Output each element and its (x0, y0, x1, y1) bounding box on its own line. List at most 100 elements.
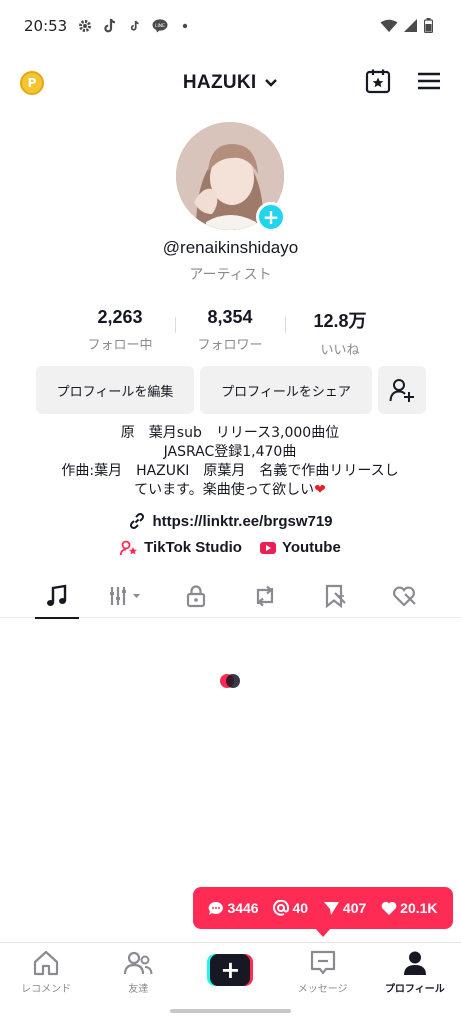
friends-icon (124, 951, 153, 975)
home-icon (33, 950, 59, 976)
bottom-navigation: レコメンド 友達 + メッセージ プロフィール (0, 942, 461, 1002)
extra-links: TikTok Studio Youtube (0, 539, 461, 556)
wifi-icon (380, 18, 398, 37)
send-icon (323, 901, 339, 915)
nav-messages-label: メッセージ (297, 984, 348, 995)
stat-label: フォロー中 (87, 338, 153, 353)
notif-shares: 407 (323, 900, 366, 916)
profile-handle: @renaikinshidayo (162, 238, 299, 257)
notif-likes: 20.1K (381, 900, 438, 916)
nav-friends-label: 友達 (128, 984, 149, 995)
heart-emoji: ❤ (314, 482, 326, 498)
status-time: 20:53 (24, 17, 68, 35)
link-icon (130, 512, 145, 530)
liked-hidden-icon (393, 586, 417, 607)
nav-profile[interactable]: プロフィール (375, 950, 455, 995)
profile-icon (403, 951, 426, 975)
stat-following[interactable]: 2,263 フォロー中 (70, 307, 170, 353)
tab-playlists[interactable] (104, 576, 148, 616)
nav-friends[interactable]: 友達 (98, 950, 178, 995)
notif-shares-count: 407 (342, 900, 367, 916)
bio-line-text: ています。楽曲使って欲しい (134, 482, 315, 498)
profile-header: P HAZUKI (0, 62, 461, 106)
home-indicator[interactable] (170, 1009, 291, 1013)
status-icons-left: LINE (77, 18, 193, 34)
signal-icon (404, 18, 418, 37)
profile-role: アーティスト (189, 267, 272, 283)
bio-link-url: https://linktr.ee/brgsw719 (152, 512, 333, 530)
tab-favorites[interactable] (313, 576, 357, 616)
tab-private[interactable] (174, 576, 218, 616)
chevron-down-icon (265, 79, 277, 87)
calendar-star-icon[interactable] (365, 68, 391, 98)
youtube-icon (259, 541, 276, 554)
add-user-icon (389, 379, 414, 402)
bio-line: 原 葉月sub リリース3,000曲位 (120, 425, 340, 441)
loader-dot-dark (226, 674, 240, 688)
nav-home[interactable]: レコメンド (6, 950, 86, 995)
youtube-label: Youtube (281, 539, 341, 556)
tiktok-studio-link[interactable]: TikTok Studio (120, 539, 242, 556)
stat-value: 12.8万 (313, 311, 367, 331)
studio-icon (120, 540, 138, 555)
battery-icon (423, 18, 434, 37)
dot-icon (177, 18, 193, 34)
tab-music[interactable] (34, 576, 79, 619)
notif-mentions: 40 (273, 900, 308, 916)
bio-link[interactable]: https://linktr.ee/brgsw719 (0, 512, 461, 530)
notification-bubble[interactable]: 3446 40 407 20.1K (193, 887, 453, 937)
nav-profile-label: プロフィール (384, 984, 445, 995)
tab-reposts[interactable] (243, 576, 287, 616)
profile-bio: 原 葉月sub リリース3,000曲位 JASRAC登録1,470曲 作曲:葉月… (30, 424, 430, 500)
profile-stats: 2,263 フォロー中 8,354 フォロワー 12.8万 いいね (70, 307, 390, 358)
tiktok-icon (102, 18, 118, 34)
header-username: HAZUKI (182, 72, 257, 93)
stat-label: いいね (320, 343, 360, 358)
content-tabs (0, 574, 461, 619)
notif-likes-count: 20.1K (400, 900, 438, 916)
divider (174, 317, 176, 333)
status-icons-right (380, 18, 434, 37)
youtube-link[interactable]: Youtube (259, 539, 341, 556)
stat-followers[interactable]: 8,354 フォロワー (180, 307, 280, 353)
at-icon (273, 900, 290, 916)
tiktok-studio-label: TikTok Studio (144, 539, 242, 556)
add-friend-button[interactable] (378, 366, 426, 414)
heart-icon (381, 901, 397, 915)
stat-value: 2,263 (97, 307, 143, 327)
svg-text:LINE: LINE (155, 23, 165, 29)
repost-icon (257, 585, 274, 606)
bio-line: 作曲:葉月 HAZUKI 原葉月 名義で作曲リリースし (61, 463, 399, 479)
tab-liked[interactable] (382, 576, 426, 616)
divider (284, 317, 286, 333)
stat-value: 8,354 (207, 307, 253, 327)
share-profile-button[interactable]: プロフィールをシェア (200, 366, 372, 414)
line-icon: LINE (152, 18, 168, 34)
bio-line: JASRAC登録1,470曲 (163, 444, 297, 460)
stat-label: フォロワー (197, 338, 263, 353)
avatar-container[interactable]: + (176, 122, 286, 232)
nav-messages[interactable]: メッセージ (283, 950, 363, 995)
menu-icon[interactable] (417, 71, 441, 95)
music-note-icon (46, 584, 66, 606)
equalizer-dropdown-icon (110, 586, 141, 605)
tiktok-small-icon (127, 18, 143, 34)
stat-likes[interactable]: 12.8万 いいね (290, 307, 390, 358)
loading-indicator (220, 673, 240, 689)
comment-icon (209, 901, 224, 915)
notif-comments: 3446 (208, 900, 259, 916)
nav-create[interactable]: + (190, 950, 270, 986)
lock-icon (186, 584, 205, 607)
favorites-icon (325, 584, 346, 608)
header-actions (365, 68, 441, 98)
plus-icon: + (210, 954, 251, 986)
profile-action-buttons: プロフィールを編集 プロフィールをシェア (36, 366, 426, 414)
create-button[interactable]: + (207, 954, 254, 986)
edit-profile-button[interactable]: プロフィールを編集 (36, 366, 194, 414)
nav-home-label: レコメンド (21, 984, 72, 995)
inbox-icon (310, 950, 335, 975)
notif-mentions-count: 40 (292, 900, 309, 916)
add-avatar-button[interactable]: + (256, 202, 286, 232)
notif-comments-count: 3446 (227, 900, 259, 916)
bio-line-last: ています。楽曲使って欲しい❤ (30, 481, 430, 500)
